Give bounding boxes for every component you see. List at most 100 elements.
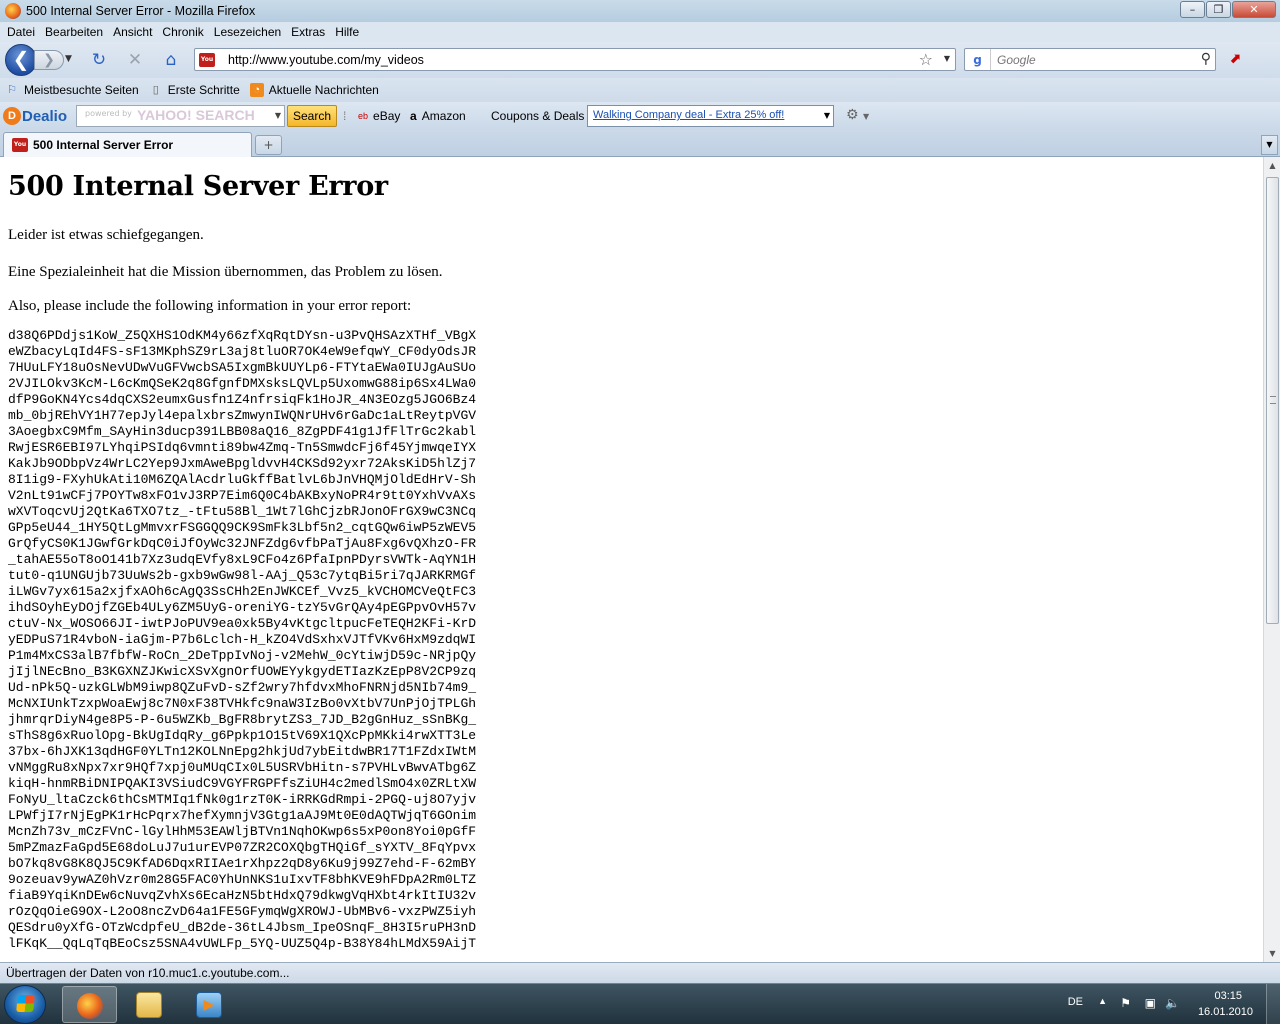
- error-message-1: Leider ist etwas schiefgegangen.: [8, 227, 204, 243]
- menu-ansicht[interactable]: Ansicht: [108, 25, 157, 39]
- youtube-favicon-icon: You: [199, 52, 215, 67]
- url-dropdown-icon[interactable]: ▼: [944, 54, 950, 63]
- bookmark-folder-icon: ⚐: [7, 84, 17, 96]
- address-bar[interactable]: You http://www.youtube.com/my_videos ☆ ▼: [194, 48, 956, 71]
- toolbar-separator-icon: ⁞: [343, 109, 347, 123]
- bookmark-star-icon[interactable]: ☆: [919, 50, 933, 69]
- search-input[interactable]: Google: [997, 53, 1036, 67]
- error-report-line: dfP9GoKN4Ycs4dqCXS2eumxGusfn1Z4nfrsiqFk1…: [8, 392, 477, 407]
- error-report-line: GPp5eU44_1HY5QtLgMmvxrFSGGQQ9CK9SmFk3Lbf…: [8, 520, 477, 535]
- amazon-button[interactable]: a Amazon: [410, 109, 466, 123]
- bookmark-meistbesuchte-seiten[interactable]: ⚐ Meistbesuchte Seiten: [5, 83, 139, 97]
- deal-dropdown-icon[interactable]: ▼: [824, 111, 830, 120]
- error-report-line: KakJb9ODbpVz4WrLC2Yep9JxmAweBpgldvvH4CKS…: [8, 456, 477, 471]
- dealio-icon: D: [3, 107, 21, 125]
- menu-hilfe[interactable]: Hilfe: [330, 25, 364, 39]
- dealio-search-button[interactable]: Search: [287, 105, 337, 127]
- ebay-icon: eb: [358, 111, 369, 121]
- forward-button[interactable]: ❯: [34, 50, 64, 70]
- network-icon[interactable]: ▣: [1145, 996, 1156, 1010]
- show-hidden-icons-icon[interactable]: ▲: [1098, 996, 1107, 1006]
- bookmark-label: Aktuelle Nachrichten: [268, 83, 379, 97]
- menu-datei[interactable]: Datei: [2, 25, 40, 39]
- error-report-line: ihdSOyhEyDOjfZGEb4ULy6ZM5UyG-oreniYG-tzY…: [8, 600, 477, 615]
- search-dropdown-icon[interactable]: ▼: [275, 111, 281, 120]
- clock-date[interactable]: 16.01.2010: [1198, 1006, 1253, 1018]
- settings-gear-icon[interactable]: ⚙ ▼: [846, 107, 869, 123]
- taskbar-media-player[interactable]: ▶: [182, 986, 237, 1023]
- menu-chronik[interactable]: Chronik: [157, 25, 208, 39]
- tab-label: 500 Internal Server Error: [33, 138, 174, 152]
- taskbar-explorer[interactable]: [122, 986, 177, 1023]
- scroll-down-arrow-icon[interactable]: ▼: [1264, 945, 1280, 962]
- volume-icon[interactable]: 🔈: [1165, 996, 1180, 1010]
- status-text: Übertragen der Daten von r10.muc1.c.yout…: [6, 966, 290, 980]
- menu-bearbeiten[interactable]: Bearbeiten: [40, 25, 108, 39]
- search-bar[interactable]: g Google ⚲: [964, 48, 1216, 71]
- tab-list-dropdown-icon[interactable]: ▼: [1261, 135, 1278, 155]
- google-engine-icon[interactable]: g: [965, 49, 991, 70]
- window-controls: – ❐ ✕: [1180, 1, 1276, 18]
- addon-icon[interactable]: ⬈: [1226, 51, 1244, 69]
- deal-link[interactable]: Walking Company deal - Extra 25% off!: [593, 109, 784, 121]
- scrollbar-grip-icon: [1270, 396, 1276, 404]
- error-report-line: LPWfjI7rNjEgPK1rHcPqrx7hefXymnjV3Gtg1aAJ…: [8, 808, 477, 823]
- error-report-code: d38Q6PDdjs1KoW_Z5QXHS1OdKM4y66zfXqRqtDYs…: [8, 328, 1263, 952]
- system-tray: DE ▲ ⚑ ▣ 🔈 03:15 16.01.2010: [1050, 984, 1280, 1024]
- home-button[interactable]: ⌂: [161, 50, 181, 70]
- error-report-line: jIjlNEcBno_B3KGXNZJKwicXSvXgnOrfUOWEYykg…: [8, 664, 477, 679]
- maximize-button[interactable]: ❐: [1206, 1, 1231, 18]
- ebay-button[interactable]: eb eBay: [358, 109, 400, 123]
- bookmark-label: Erste Schritte: [167, 83, 240, 97]
- stop-button[interactable]: ✕: [125, 50, 145, 70]
- status-bar: Übertragen der Daten von r10.muc1.c.yout…: [0, 962, 1280, 983]
- powered-by-text: powered by: [85, 109, 132, 118]
- yahoo-search-brand: YAHOO! SEARCH: [137, 107, 255, 123]
- language-indicator[interactable]: DE: [1068, 996, 1083, 1008]
- dealio-logo[interactable]: D Dealio: [3, 107, 67, 125]
- error-report-line: GrQfyCS0K1JGwfGrkDqC0iJfOyWc32JNFZdg6vfb…: [8, 536, 477, 551]
- history-dropdown-icon[interactable]: ▼: [65, 54, 72, 64]
- error-message-2: Eine Spezialeinheit hat die Mission über…: [8, 264, 443, 280]
- reload-button[interactable]: ↻: [89, 50, 109, 70]
- error-report-line: yEDPuS71R4vboN-iaGjm-P7b6Lclch-H_kZO4VdS…: [8, 632, 477, 647]
- menu-extras[interactable]: Extras: [286, 25, 330, 39]
- rss-icon: ◔: [249, 83, 264, 97]
- window-title: 500 Internal Server Error - Mozilla Fire…: [26, 4, 256, 18]
- url-text[interactable]: http://www.youtube.com/my_videos: [228, 53, 424, 67]
- show-desktop-button[interactable]: [1266, 984, 1280, 1024]
- scrollbar-thumb[interactable]: [1266, 177, 1279, 624]
- menu-lesezeichen[interactable]: Lesezeichen: [209, 25, 286, 39]
- tab-strip: You 500 Internal Server Error + ▼: [0, 130, 1280, 157]
- scroll-up-arrow-icon[interactable]: ▲: [1264, 157, 1280, 174]
- error-report-line: QESdru0yXfG-OTzWcdpfeU_dB2de-36tL4Jbsm_I…: [8, 920, 477, 935]
- vertical-scrollbar[interactable]: ▲ ▼: [1263, 157, 1280, 962]
- error-report-line: RwjESR6EBI97LYhqiPSIdq6vmnti89bw4Zmq-Tn5…: [8, 440, 477, 455]
- search-icon[interactable]: ⚲: [1201, 51, 1211, 67]
- error-report-line: bO7kq8vG8K8QJ5C9KfAD6DqxRIIAe1rXhpz2qD8y…: [8, 856, 477, 871]
- error-report-line: iLWGv7yx615a2xjfxAOh6cAgQ3SsCHh2EnJWKCEf…: [8, 584, 477, 599]
- start-button[interactable]: [4, 985, 46, 1024]
- yahoo-search-input[interactable]: powered by YAHOO! SEARCH ▼: [76, 105, 285, 127]
- close-button[interactable]: ✕: [1232, 1, 1276, 18]
- error-report-line: ctuV-Nx_WOSO66JI-iwtPJoPUV9ea0xk5By4vKtg…: [8, 616, 477, 631]
- dealio-brand: Dealio: [22, 107, 68, 125]
- error-message-3: Also, please include the following infor…: [8, 298, 412, 314]
- error-report-line: eWZbacyLqId4FS-sF13MKphSZ9rL3aj8tluOR7OK…: [8, 344, 477, 359]
- clock-time[interactable]: 03:15: [1214, 990, 1242, 1002]
- back-button[interactable]: ❮: [5, 44, 37, 76]
- taskbar-firefox[interactable]: [62, 986, 117, 1023]
- error-report-line: 37bx-6hJXK13qdHGF0YLTn12KOLNnEpg2hkjUd7y…: [8, 744, 477, 759]
- bookmark-aktuelle-nachrichten[interactable]: ◔ Aktuelle Nachrichten: [249, 83, 379, 97]
- tab-500-error[interactable]: You 500 Internal Server Error: [3, 132, 252, 157]
- bookmark-erste-schritte[interactable]: ▯ Erste Schritte: [149, 83, 240, 97]
- new-tab-button[interactable]: +: [255, 135, 282, 155]
- minimize-button[interactable]: –: [1180, 1, 1205, 18]
- deal-dropdown[interactable]: Walking Company deal - Extra 25% off! ▼: [587, 105, 834, 127]
- action-center-flag-icon[interactable]: ⚑: [1120, 996, 1131, 1010]
- menu-bar: Datei Bearbeiten Ansicht Chronik Lesezei…: [0, 22, 1280, 42]
- firefox-icon: [5, 3, 21, 19]
- error-report-line: sThS8g6xRuolOpg-BkUgIdqRy_g6Ppkp1O15tV69…: [8, 728, 477, 743]
- windows-logo-icon: [16, 995, 35, 1012]
- firefox-icon: [77, 993, 103, 1019]
